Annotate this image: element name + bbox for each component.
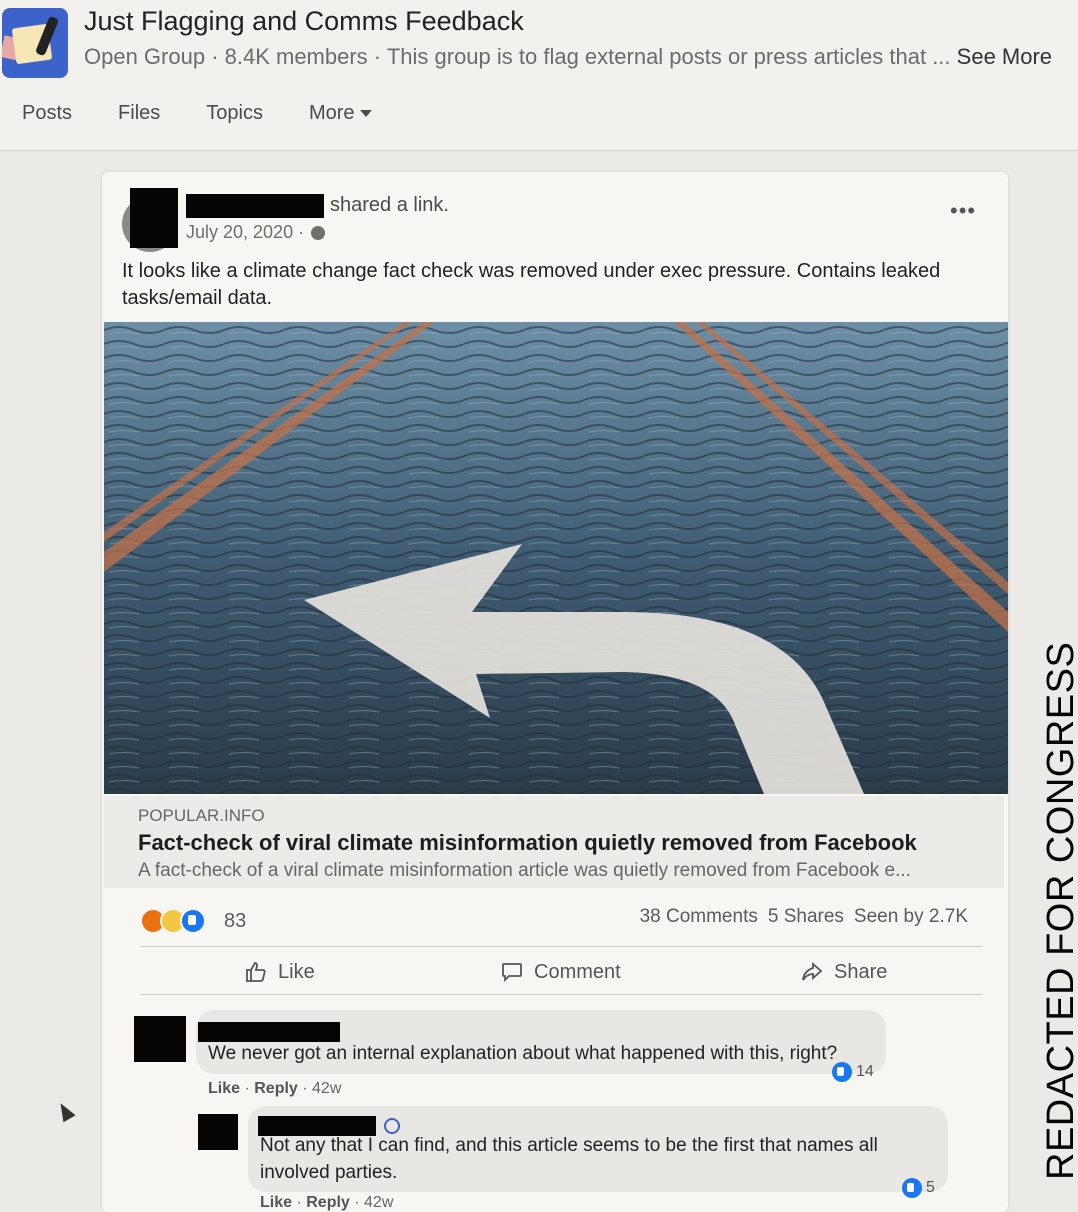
post-actions: Like Comment Share — [140, 954, 982, 998]
divider — [140, 994, 982, 995]
redaction-watermark: REDACTED FOR CONGRESS — [1040, 641, 1078, 1180]
comment-text: Not any that I can find, and this articl… — [260, 1135, 878, 1183]
tab-files[interactable]: Files — [118, 102, 160, 125]
like-reaction-icon — [180, 908, 206, 934]
comment-like-count[interactable]: 5 — [902, 1178, 935, 1198]
comment-label: Comment — [534, 960, 621, 983]
divider — [140, 946, 982, 947]
seen-by-count[interactable]: Seen by 2.7K — [854, 906, 968, 928]
comment-like-number: 14 — [856, 1063, 874, 1080]
link-description: A fact-check of a viral climate misinfor… — [138, 860, 911, 881]
comment-reply-link[interactable]: Reply — [254, 1080, 298, 1097]
tab-more[interactable]: More — [309, 102, 372, 125]
group-title[interactable]: Just Flagging and Comms Feedback — [84, 6, 524, 37]
share-icon — [802, 962, 823, 981]
comment-age[interactable]: 42w — [364, 1194, 393, 1211]
like-badge-icon — [902, 1178, 922, 1198]
comment-button[interactable]: Comment — [500, 960, 621, 984]
share-label: Share — [834, 960, 888, 983]
post-text: It looks like a climate change fact chec… — [122, 260, 941, 309]
post-date-text: July 20, 2020 · — [186, 222, 305, 242]
post-timestamp[interactable]: July 20, 2020 · — [186, 222, 326, 243]
comment-icon — [502, 963, 522, 983]
link-title[interactable]: Fact-check of viral climate misinformati… — [138, 830, 917, 856]
group-description: Open Group · 8.4K members · This group i… — [84, 44, 1078, 70]
mouse-cursor-icon — [54, 1099, 76, 1123]
group-header: Just Flagging and Comms Feedback Open Gr… — [0, 0, 1078, 151]
comment-age[interactable]: 42w — [312, 1080, 341, 1097]
comment-like-link[interactable]: Like — [260, 1194, 292, 1211]
see-more-link[interactable]: See More — [957, 44, 1052, 69]
comment-reply: Not any that I can find, and this articl… — [102, 1106, 1008, 1212]
shares-count[interactable]: 5 Shares — [768, 906, 844, 928]
engagement-summary: 38 Comments 5 Shares Seen by 2.7K — [640, 906, 968, 928]
water-ripples — [104, 322, 1008, 794]
comment-like-count[interactable]: 14 — [832, 1062, 874, 1082]
comment: We never got an internal explanation abo… — [102, 1010, 1008, 1100]
comment-like-number: 5 — [926, 1179, 935, 1196]
tab-more-label: More — [308, 102, 355, 124]
thumbs-up-icon — [246, 962, 266, 982]
comment-reply-link[interactable]: Reply — [306, 1194, 350, 1211]
post-card: shared a link. July 20, 2020 · ••• It lo… — [102, 172, 1008, 1212]
link-preview[interactable]: POPULAR.INFO Fact-check of viral climate… — [104, 796, 1004, 888]
comment-like-link[interactable]: Like — [208, 1080, 240, 1097]
redacted-commenter-name — [198, 1022, 340, 1042]
like-button[interactable]: Like — [244, 960, 315, 984]
privacy-icon — [311, 226, 326, 241]
like-label: Like — [278, 960, 315, 983]
share-button[interactable]: Share — [800, 960, 887, 984]
group-tabs: Posts Files Topics More — [22, 102, 372, 125]
post-stats: 83 38 Comments 5 Shares Seen by 2.7K — [140, 904, 982, 934]
link-domain: POPULAR.INFO — [138, 806, 265, 825]
like-badge-icon — [832, 1062, 852, 1082]
comment-meta: Like · Reply · 42w — [260, 1194, 394, 1211]
link-preview-image[interactable] — [104, 322, 1008, 794]
comments-count[interactable]: 38 Comments — [640, 906, 758, 928]
redacted-avatar — [198, 1114, 238, 1150]
comment-meta: Like · Reply · 42w — [208, 1080, 342, 1097]
caret-down-icon — [359, 110, 372, 118]
group-meta: Open Group · 8.4K members · This group i… — [84, 44, 951, 69]
post-action-text: shared a link. — [330, 194, 449, 216]
group-cover-icon[interactable] — [2, 8, 68, 78]
redacted-author-name — [186, 194, 324, 218]
more-options-icon[interactable]: ••• — [950, 198, 976, 224]
tab-posts[interactable]: Posts — [22, 102, 72, 125]
tab-topics[interactable]: Topics — [206, 102, 263, 125]
redacted-avatar — [130, 188, 178, 248]
redacted-avatar — [134, 1016, 186, 1062]
reaction-icons[interactable] — [140, 908, 206, 934]
comment-text: We never got an internal explanation abo… — [208, 1043, 838, 1064]
reaction-count[interactable]: 83 — [224, 910, 246, 933]
